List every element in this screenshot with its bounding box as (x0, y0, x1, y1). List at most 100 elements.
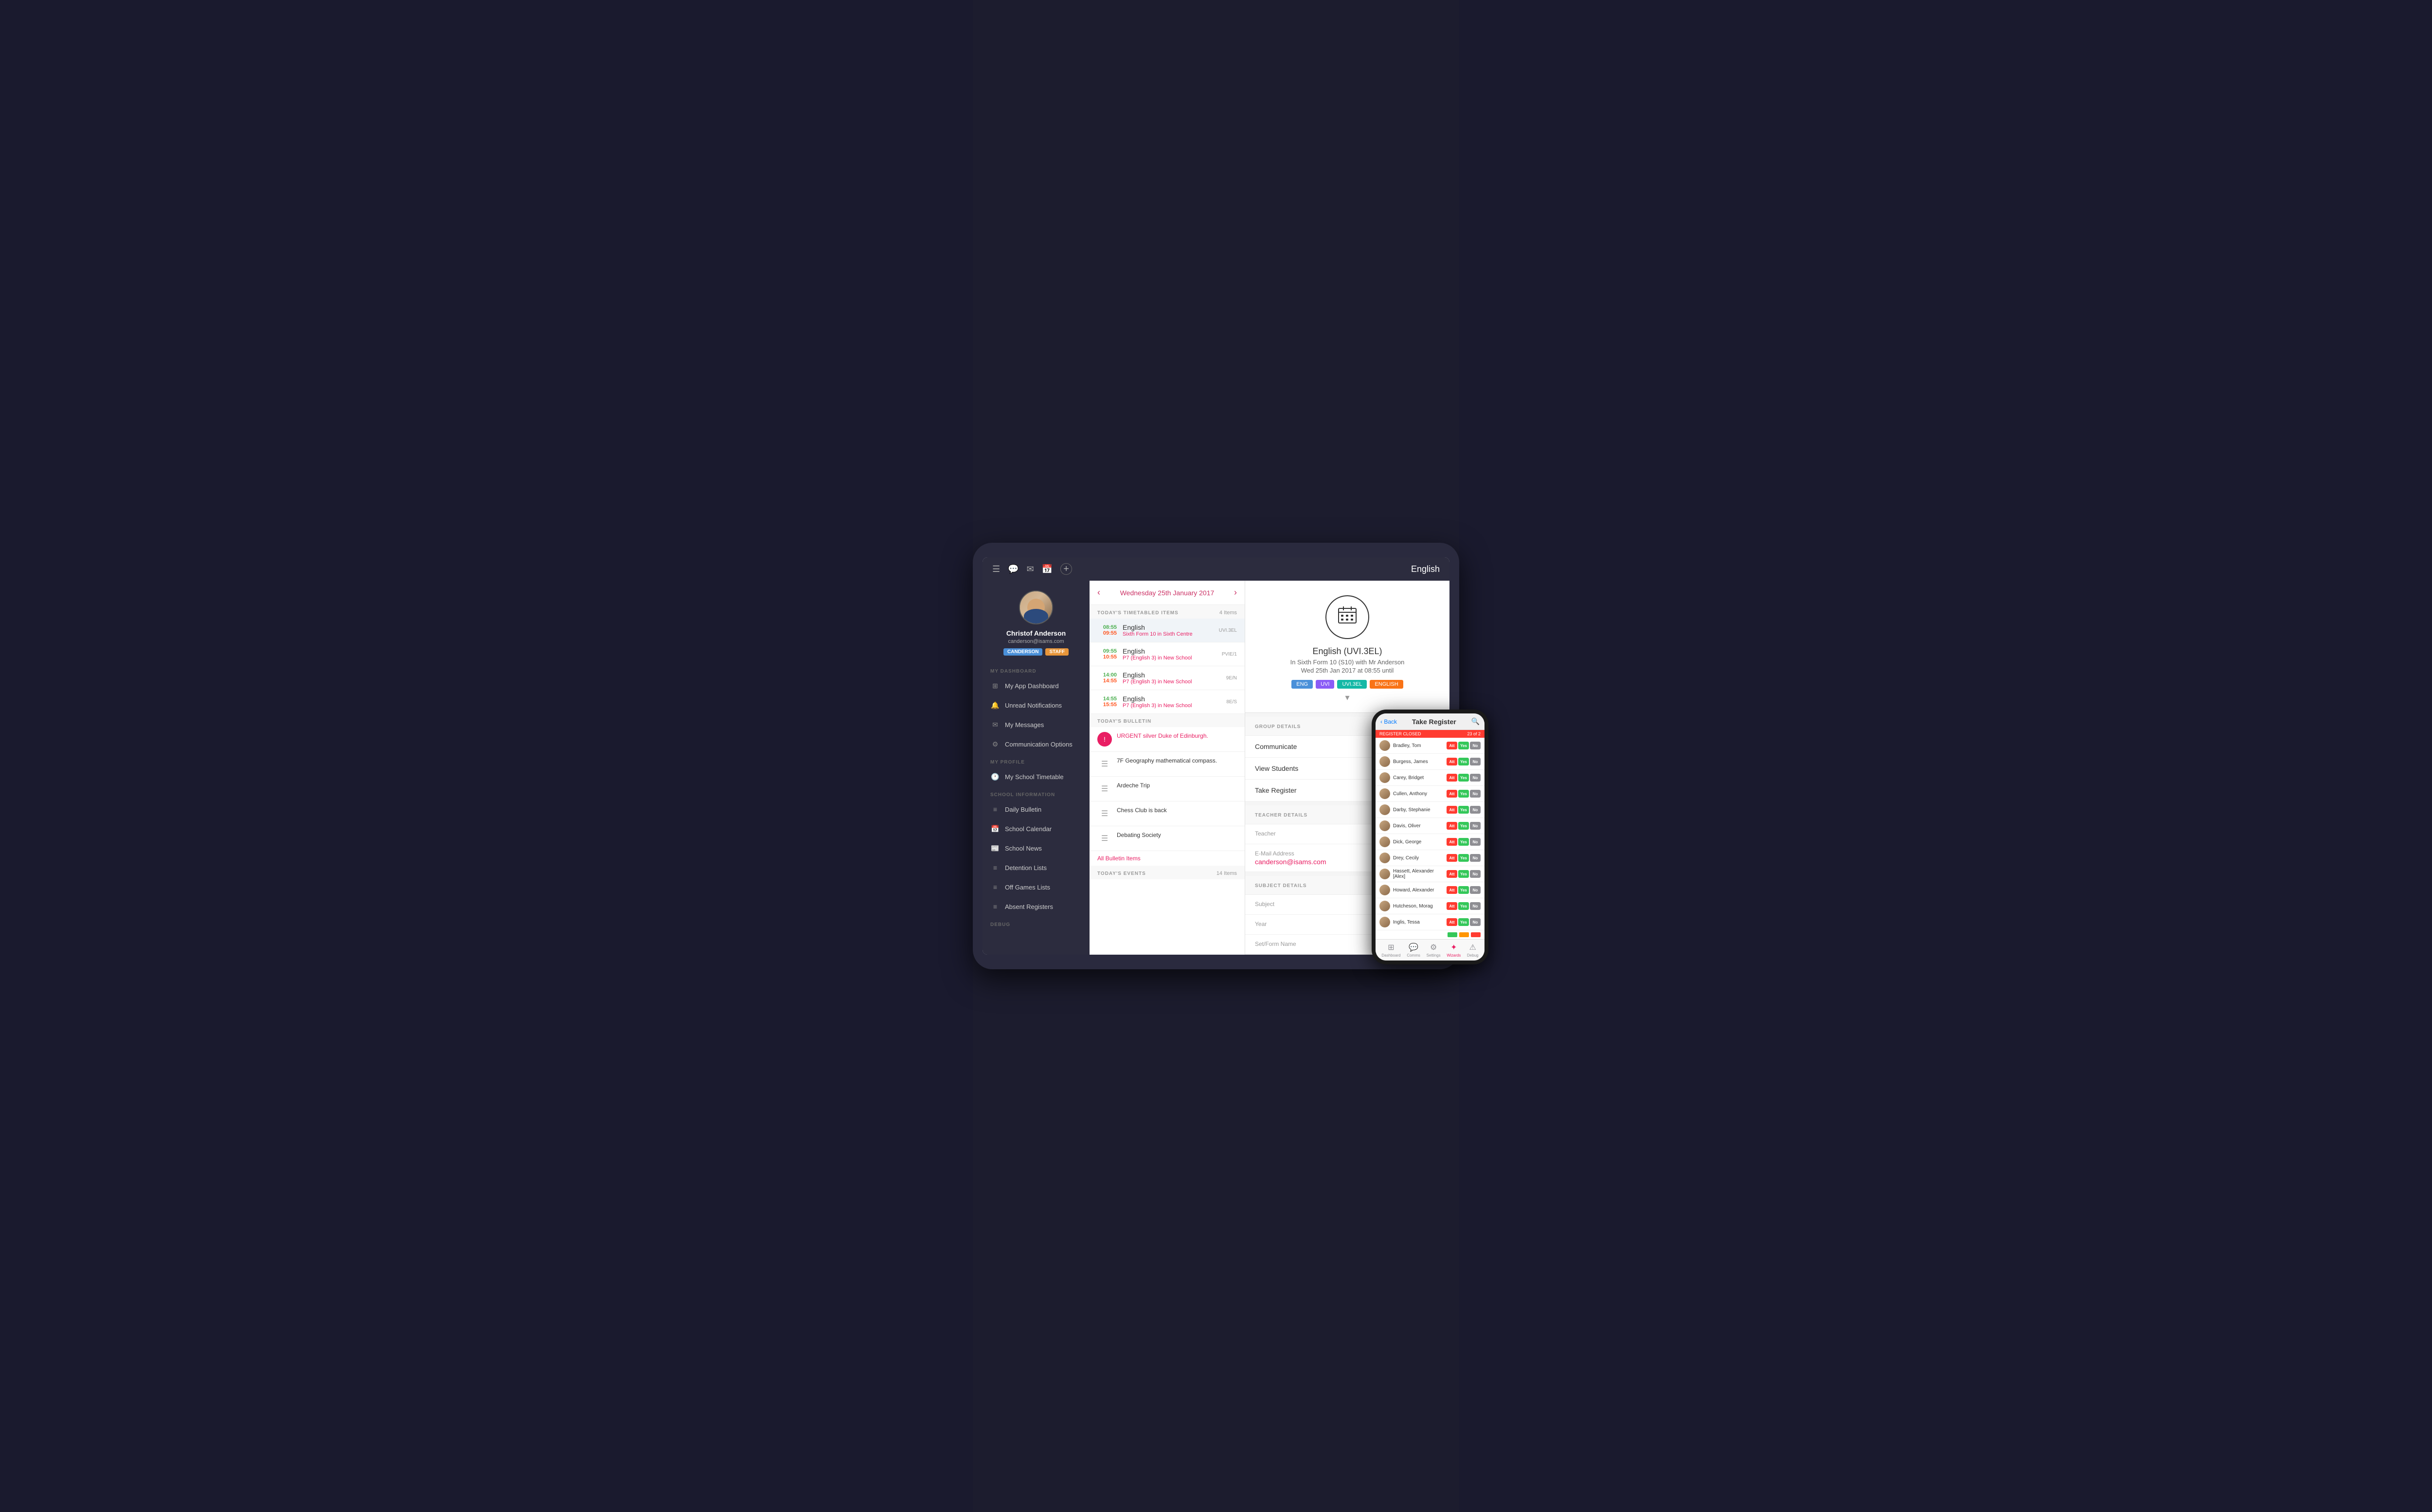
sidebar: Christof Anderson canderson@isams.com CA… (983, 581, 1090, 955)
phone-search-icon[interactable]: 🔍 (1471, 717, 1480, 726)
no-button-2[interactable]: No (1470, 758, 1481, 765)
att-button-2[interactable]: Att (1447, 758, 1457, 765)
no-button-5[interactable]: No (1470, 806, 1481, 814)
yes-button-7[interactable]: Yes (1458, 838, 1469, 846)
bulletin-item-5[interactable]: ☰ Debating Society (1090, 826, 1245, 851)
att-button-1[interactable]: Att (1447, 742, 1457, 749)
no-button-1[interactable]: No (1470, 742, 1481, 749)
no-button-11[interactable]: No (1470, 902, 1481, 910)
time-end-3: 14:55 (1103, 678, 1117, 684)
location-3: P7 (English 3) in New School (1123, 679, 1220, 685)
no-button-9[interactable]: No (1470, 870, 1481, 878)
mail-icon[interactable]: ✉ (1027, 564, 1034, 574)
sidebar-item-offgames[interactable]: ≡ Off Games Lists (983, 877, 1090, 897)
yes-button-1[interactable]: Yes (1458, 742, 1469, 749)
att-button-5[interactable]: Att (1447, 806, 1457, 814)
student-row-6[interactable]: Davis, Oliver Att Yes No (1376, 818, 1484, 834)
bulletin-item-3[interactable]: ☰ Ardeche Trip (1090, 777, 1245, 801)
no-button-8[interactable]: No (1470, 854, 1481, 862)
student-row-8[interactable]: Drey, Cecily Att Yes No (1376, 850, 1484, 866)
bulletin-item-4[interactable]: ☰ Chess Club is back (1090, 801, 1245, 826)
detail-subtitle: In Sixth Form 10 (S10) with Mr Anderson (1290, 658, 1405, 666)
att-button-10[interactable]: Att (1447, 886, 1457, 894)
phone-tab-wizards[interactable]: ✦ Wizards (1447, 943, 1461, 958)
timetable-item-3[interactable]: 14:00 14:55 English P7 (English 3) in Ne… (1090, 666, 1245, 690)
yes-button-3[interactable]: Yes (1458, 774, 1469, 782)
phone-tab-debug[interactable]: ⚠ Debug (1467, 943, 1479, 958)
calendar-icon-top[interactable]: 📅 (1042, 564, 1053, 574)
bulletin-item-urgent[interactable]: ! URGENT silver Duke of Edinburgh. (1090, 727, 1245, 752)
sidebar-item-messages[interactable]: ✉ My Messages (983, 715, 1090, 734)
yes-button-2[interactable]: Yes (1458, 758, 1469, 765)
sidebar-item-communication[interactable]: ⚙ Communication Options (983, 734, 1090, 754)
att-button-8[interactable]: Att (1447, 854, 1457, 862)
att-button-3[interactable]: Att (1447, 774, 1457, 782)
prev-date-button[interactable]: ‹ (1097, 587, 1100, 598)
student-row-10[interactable]: Howard, Alexander Att Yes No (1376, 882, 1484, 898)
student-row-9[interactable]: Hassett, Alexander [Alex] Att Yes No (1376, 866, 1484, 882)
att-button-6[interactable]: Att (1447, 822, 1457, 830)
no-button-3[interactable]: No (1470, 774, 1481, 782)
phone-tab-dashboard[interactable]: ⊞ Dashboard (1381, 943, 1400, 958)
att-button-11[interactable]: Att (1447, 902, 1457, 910)
no-button-7[interactable]: No (1470, 838, 1481, 846)
att-button-4[interactable]: Att (1447, 790, 1457, 798)
yes-button-5[interactable]: Yes (1458, 806, 1469, 814)
timetable-item-1[interactable]: 08:55 09:55 English Sixth Form 10 in Six… (1090, 619, 1245, 642)
student-row-7[interactable]: Dick, George Att Yes No (1376, 834, 1484, 850)
bulletin-icon: ≡ (990, 804, 1000, 814)
no-button-6[interactable]: No (1470, 822, 1481, 830)
phone-tab-settings[interactable]: ⚙ Settings (1427, 943, 1441, 958)
yes-button-8[interactable]: Yes (1458, 854, 1469, 862)
time-start-3: 14:00 (1103, 672, 1117, 678)
student-row-5[interactable]: Darby, Stephanie Att Yes No (1376, 802, 1484, 818)
att-button-9[interactable]: Att (1447, 870, 1457, 878)
student-row-1[interactable]: Bradley, Tom Att Yes No (1376, 738, 1484, 754)
yes-button-6[interactable]: Yes (1458, 822, 1469, 830)
subject-1: English (1123, 623, 1213, 631)
sidebar-item-detention[interactable]: ≡ Detention Lists (983, 858, 1090, 877)
next-date-button[interactable]: › (1234, 587, 1237, 598)
no-button-12[interactable]: No (1470, 918, 1481, 926)
register-buttons-7: Att Yes No (1447, 838, 1481, 846)
settings-tab-icon: ⚙ (1430, 943, 1437, 952)
menu-icon[interactable]: ☰ (992, 564, 1000, 574)
yes-button-4[interactable]: Yes (1458, 790, 1469, 798)
timetable-item-4[interactable]: 14:55 15:55 English P7 (English 3) in Ne… (1090, 690, 1245, 714)
chat-icon[interactable]: 💬 (1008, 564, 1019, 574)
att-button-7[interactable]: Att (1447, 838, 1457, 846)
yes-button-9[interactable]: Yes (1458, 870, 1469, 878)
dropdown-arrow[interactable]: ▾ (1345, 693, 1349, 703)
timetable-item-2[interactable]: 09:55 10:55 English P7 (English 3) in Ne… (1090, 642, 1245, 666)
bulletin-icon-4: ☰ (1097, 806, 1112, 821)
student-row-11[interactable]: Hutcheson, Morag Att Yes No (1376, 898, 1484, 914)
legend-red (1471, 932, 1481, 937)
add-icon[interactable]: + (1060, 563, 1072, 575)
sidebar-item-absent[interactable]: ≡ Absent Registers (983, 897, 1090, 916)
no-button-4[interactable]: No (1470, 790, 1481, 798)
yes-button-10[interactable]: Yes (1458, 886, 1469, 894)
comms-tab-icon: 💬 (1409, 943, 1418, 952)
timetable-info-3: English P7 (English 3) in New School (1123, 671, 1220, 685)
bulletin-item-2[interactable]: ☰ 7F Geography mathematical compass. (1090, 752, 1245, 777)
register-buttons-3: Att Yes No (1447, 774, 1481, 782)
student-row-3[interactable]: Carey, Bridget Att Yes No (1376, 770, 1484, 786)
no-button-10[interactable]: No (1470, 886, 1481, 894)
phone-back-button[interactable]: ‹ Back (1380, 718, 1397, 725)
sidebar-item-app-dashboard[interactable]: ⊞ My App Dashboard (983, 676, 1090, 695)
sidebar-item-calendar[interactable]: 📅 School Calendar (983, 819, 1090, 838)
sidebar-item-label-messages: My Messages (1005, 721, 1044, 729)
yes-button-12[interactable]: Yes (1458, 918, 1469, 926)
bulletin-section-header: TODAY'S BULLETIN (1090, 714, 1245, 727)
student-row-2[interactable]: Burgess, James Att Yes No (1376, 754, 1484, 770)
sidebar-item-news[interactable]: 📰 School News (983, 838, 1090, 858)
sidebar-item-timetable[interactable]: 🕐 My School Timetable (983, 767, 1090, 786)
student-row-12[interactable]: Inglis, Tessa Att Yes No (1376, 914, 1484, 930)
student-row-4[interactable]: Cullen, Anthony Att Yes No (1376, 786, 1484, 802)
yes-button-11[interactable]: Yes (1458, 902, 1469, 910)
sidebar-item-bulletin[interactable]: ≡ Daily Bulletin (983, 800, 1090, 819)
sidebar-item-notifications[interactable]: 🔔 Unread Notifications (983, 695, 1090, 715)
all-bulletin-link[interactable]: All Bulletin Items (1090, 851, 1245, 866)
att-button-12[interactable]: Att (1447, 918, 1457, 926)
phone-tab-comms[interactable]: 💬 Comms (1407, 943, 1420, 958)
